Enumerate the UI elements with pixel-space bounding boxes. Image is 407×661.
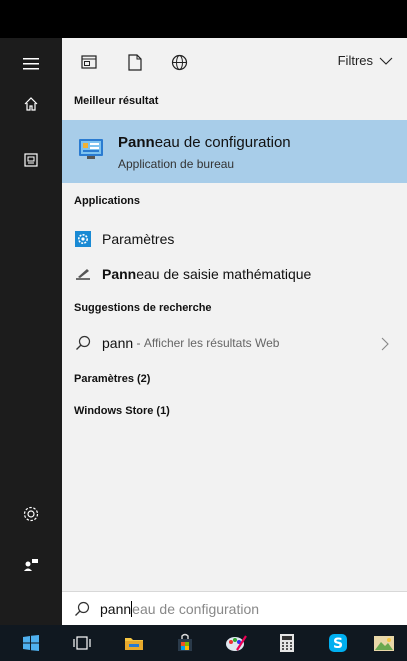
- settings-gear-icon[interactable]: [0, 496, 62, 532]
- best-result-title: Panneau de configuration: [118, 134, 291, 151]
- calculator-icon[interactable]: [265, 625, 309, 661]
- top-strip: [0, 0, 407, 38]
- suggestion-term: pann: [102, 335, 134, 351]
- filter-toolbar: Filtres: [62, 38, 407, 85]
- search-box[interactable]: pann eau de configuration: [62, 591, 407, 625]
- web-suggestion-item[interactable]: pann - Afficher les résultats Web: [62, 328, 407, 358]
- chevron-down-icon: [379, 57, 393, 65]
- start-windows-icon[interactable]: [9, 625, 53, 661]
- taskbar: S: [0, 625, 407, 661]
- best-result-title-rest: eau de configuration: [154, 134, 291, 151]
- app-item-label: Panneau de saisie mathématique: [102, 266, 312, 282]
- home-icon[interactable]: [0, 86, 62, 122]
- web-filter-icon[interactable]: [168, 51, 190, 73]
- app-item-parametres[interactable]: Paramètres: [62, 224, 407, 254]
- best-result-item[interactable]: Panneau de configuration Application de …: [62, 120, 407, 183]
- documents-filter-icon[interactable]: [124, 51, 146, 73]
- section-search-suggestions: Suggestions de recherche: [74, 302, 212, 314]
- notebook-icon[interactable]: [0, 142, 62, 178]
- search-query-autocomplete: eau de configuration: [132, 601, 260, 617]
- best-result-title-match: Pann: [118, 134, 155, 151]
- skype-icon[interactable]: S: [316, 625, 360, 661]
- search-query-typed[interactable]: pann: [100, 601, 131, 617]
- search-results-panel: Filtres Meilleur résultat Panneau de con…: [62, 38, 407, 625]
- paint-icon[interactable]: [214, 625, 258, 661]
- control-panel-icon: [78, 138, 104, 160]
- start-sidebar: [0, 38, 62, 625]
- section-store-results[interactable]: Windows Store (1): [74, 405, 170, 417]
- app-item-label: Paramètres: [102, 231, 175, 247]
- apps-filter-icon[interactable]: [78, 51, 100, 73]
- suggestion-separator: -: [133, 336, 144, 350]
- section-applications: Applications: [74, 195, 141, 207]
- chevron-right-icon: [381, 337, 389, 356]
- photos-icon[interactable]: [362, 625, 406, 661]
- search-icon: [74, 334, 92, 352]
- app-item-math-input-panel[interactable]: Panneau de saisie mathématique: [62, 259, 407, 289]
- suggestion-action: Afficher les résultats Web: [143, 336, 280, 350]
- section-best-result: Meilleur résultat: [74, 95, 159, 107]
- svg-text:S: S: [333, 636, 343, 652]
- file-explorer-icon[interactable]: [112, 625, 156, 661]
- hamburger-menu-icon[interactable]: [0, 46, 62, 82]
- store-icon[interactable]: [163, 625, 207, 661]
- filters-label: Filtres: [337, 53, 373, 68]
- section-settings-results[interactable]: Paramètres (2): [74, 373, 150, 385]
- settings-app-icon: [74, 230, 92, 248]
- filters-dropdown[interactable]: Filtres: [338, 53, 393, 68]
- task-view-icon[interactable]: [60, 625, 104, 661]
- math-input-icon: [74, 265, 92, 283]
- feedback-icon[interactable]: [0, 546, 62, 582]
- search-box-icon: [74, 601, 90, 617]
- best-result-subtitle: Application de bureau: [118, 157, 235, 171]
